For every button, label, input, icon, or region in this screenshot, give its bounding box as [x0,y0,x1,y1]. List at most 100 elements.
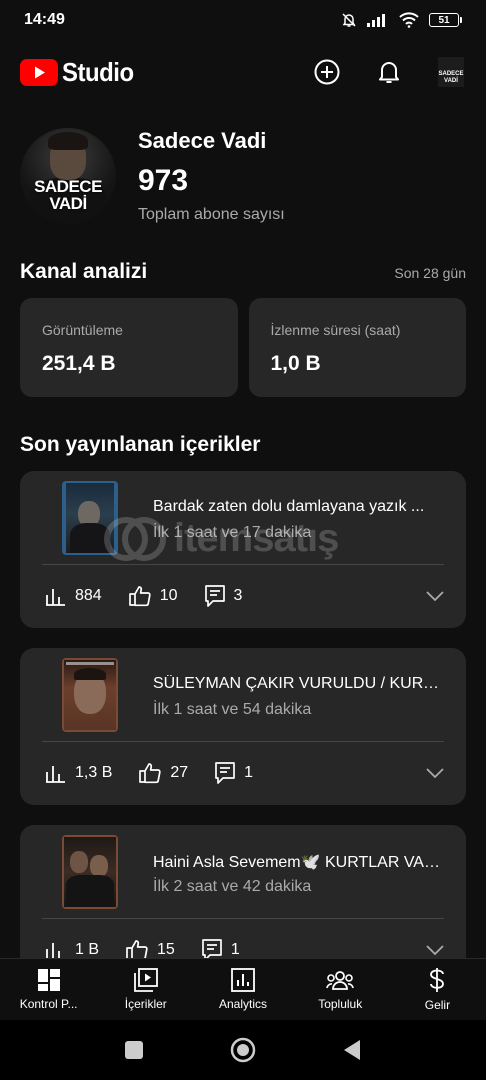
bottom-navigation: Kontrol P... İçerikler Analytics Toplulu… [0,958,486,1020]
content-card[interactable]: SÜLEYMAN ÇAKIR VURULDU / KURTLAR VADİSİ … [20,648,466,805]
channel-avatar[interactable]: SADECE VADİ [20,128,116,224]
content-icon [133,968,158,992]
expand-button[interactable] [425,767,445,779]
plus-circle-icon [314,59,340,85]
bell-icon [379,62,399,83]
video-stats: 884 10 3 [45,579,445,613]
bar-chart-icon [46,766,65,783]
video-thumbnail [62,658,118,732]
metric-label: Görüntüleme [42,322,123,338]
bell-muted-icon [342,13,356,27]
likes-count: 15 [157,941,175,958]
channel-header: SADECE VADİ Sadece Vadi 973 Toplam abone… [20,126,466,226]
channel-avatar-text-line2: VADİ [49,194,87,213]
video-time-period: İlk 1 saat ve 54 dakika [153,701,312,718]
analytics-title: Kanal analizi [20,260,148,283]
status-bar: 14:49 51 [0,0,486,40]
comments-count: 1 [230,941,240,958]
status-time: 14:49 [24,11,65,28]
chevron-down-icon [426,591,444,602]
metric-label: İzlenme süresi (saat) [270,322,401,338]
comment-icon [204,585,225,607]
video-time-period: İlk 2 saat ve 42 dakika [153,878,312,895]
avatar: SADECE VADİ [438,57,464,87]
views-count: 1 B [75,941,100,958]
nav-label: Kontrol P... [19,997,78,1011]
recents-square-icon[interactable] [124,1040,144,1060]
divider [42,564,444,565]
battery-icon: 51 [429,13,462,27]
notifications-button[interactable] [374,57,404,87]
app-actions: SADECE VADİ [312,57,466,87]
divider [42,741,444,742]
views-count: 1,3 B [75,764,113,781]
youtube-logo-icon [20,58,58,86]
metric-cards: Görüntüleme 251,4 B İzlenme süresi (saat… [20,298,466,397]
chevron-down-icon [426,768,444,779]
video-title: Haini Asla Sevemem🕊️ KURTLAR VADİSİ [153,854,445,871]
logo-text: Studio [62,56,134,87]
avatar-text-line2: VADİ [444,78,458,84]
nav-label: İçerikler [124,997,167,1011]
expand-button[interactable] [425,590,445,602]
expand-button[interactable] [425,944,445,956]
channel-avatar-text-line1: SADECE [34,177,102,196]
comments-stat: 3 [204,584,243,608]
video-thumbnail [62,835,118,909]
comments-count: 3 [233,587,243,604]
likes-stat: 10 [128,585,178,607]
recent-content-title: Son yayınlanan içerikler [20,433,261,456]
dollar-icon [430,968,445,992]
nav-label: Analytics [218,997,268,1011]
video-stats: 1,3 B 27 1 [45,756,445,790]
channel-info: Sadece Vadi 973 Toplam abone sayısı [138,128,285,224]
likes-count: 10 [159,587,178,604]
back-triangle-icon[interactable] [342,1039,362,1061]
app-bar: Studio SADECE VADİ [0,40,486,104]
likes-count: 27 [170,764,189,781]
views-count: 884 [75,587,102,604]
nav-item-community[interactable]: Topluluk [292,959,389,1020]
metric-value: 251,4 B [42,352,116,375]
metric-card-watch-time[interactable]: İzlenme süresi (saat) 1,0 B [248,298,466,397]
analytics-icon [231,968,255,992]
channel-name: Sadece Vadi [138,128,267,153]
thumbs-up-icon [128,586,151,607]
studio-logo[interactable]: Studio [20,57,140,88]
subscriber-count: 973 [138,164,189,197]
system-navigation-bar [0,1020,486,1080]
nav-item-analytics[interactable]: Analytics [194,959,291,1020]
nav-label: Topluluk [318,997,363,1011]
nav-item-dashboard[interactable]: Kontrol P... [0,959,97,1020]
signal-icon [367,14,385,27]
metric-card-views[interactable]: Görüntüleme 251,4 B [20,298,238,397]
content-card[interactable]: Bardak zaten dolu damlayana yazık ... İl… [20,471,466,628]
bar-chart-icon [46,943,65,960]
dashboard-icon [37,969,60,991]
status-icons: 51 [341,12,462,28]
video-thumbnail [62,481,118,555]
nav-item-earn[interactable]: Gelir [389,959,486,1020]
bar-chart-icon [46,589,65,606]
likes-stat: 27 [138,762,188,784]
video-title: Bardak zaten dolu damlayana yazık ... [153,498,425,515]
account-avatar-button[interactable]: SADECE VADİ [436,57,466,87]
nav-item-content[interactable]: İçerikler [97,959,194,1020]
chevron-down-icon [426,945,444,956]
home-circle-icon[interactable] [230,1037,256,1063]
battery-level: 51 [429,13,459,27]
video-time-period: İlk 1 saat ve 17 dakika [153,524,312,541]
analytics-range[interactable]: Son 28 gün [394,265,466,281]
comments-stat: 1 [214,761,253,785]
analytics-header: Kanal analizi Son 28 gün [20,260,466,284]
nav-label: Gelir [424,998,451,1012]
comments-count: 1 [244,764,254,781]
views-stat: 884 [45,586,102,606]
community-icon [326,971,354,990]
metric-value: 1,0 B [270,352,321,375]
wifi-icon [399,12,419,28]
divider [42,918,444,919]
comment-icon [215,762,236,784]
recent-content-header: Son yayınlanan içerikler [20,433,466,457]
create-button[interactable] [312,57,342,87]
